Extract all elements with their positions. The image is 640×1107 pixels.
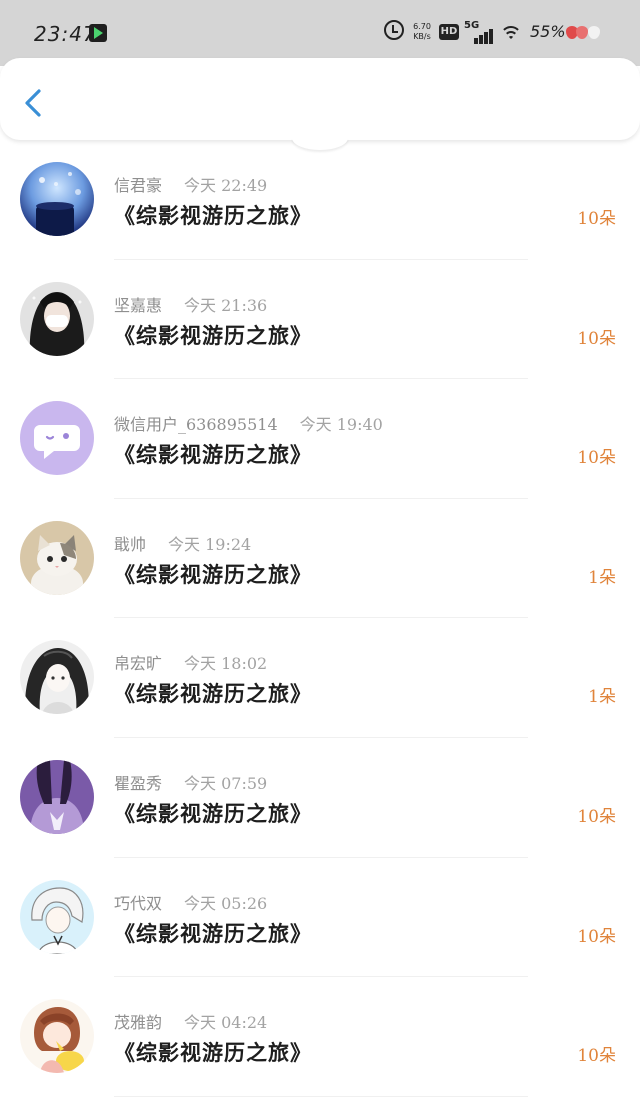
gift-record-list: 信君豪 今天 22:49 《综影视游历之旅》 10朵 坚嘉惠 今天 21:36 《综… — [0, 140, 640, 1097]
net-speed: 6.70 KB/s — [411, 22, 433, 42]
book-title: 《综影视游历之旅》 — [114, 681, 312, 707]
sender-info: 帛宏旷 今天 18:02 — [114, 650, 267, 674]
gift-amount: 10朵 — [577, 1046, 616, 1067]
avatar-icon-anime-boy[interactable] — [20, 879, 94, 954]
list-item[interactable]: 帛宏旷 今天 18:02 《综影视游历之旅》 1朵 — [0, 618, 640, 738]
sender-name: 瞿盈秀 — [114, 773, 163, 793]
gift-amount: 10朵 — [577, 328, 616, 349]
book-title: 《综影视游历之旅》 — [114, 1040, 312, 1066]
gift-amount: 1朵 — [588, 687, 616, 708]
send-time: 今天 19:40 — [299, 415, 383, 435]
avatar-icon-girl-mask[interactable] — [20, 281, 94, 356]
sender-info: 巧代双 今天 05:26 — [114, 890, 267, 914]
alarm-icon — [384, 20, 404, 40]
sender-info: 微信用户_636895514 今天 19:40 — [114, 411, 383, 435]
net-speed-unit: KB/s — [413, 32, 431, 41]
app-notification-icon — [89, 24, 107, 42]
sender-info: 瞿盈秀 今天 07:59 — [114, 770, 267, 794]
gift-amount: 10朵 — [577, 806, 616, 827]
send-time: 今天 05:26 — [184, 893, 268, 913]
wifi-icon — [500, 24, 522, 46]
list-item[interactable]: 瞿盈秀 今天 07:59 《综影视游历之旅》 10朵 — [0, 738, 640, 858]
book-title: 《综影视游历之旅》 — [114, 920, 312, 946]
send-time: 今天 04:24 — [184, 1013, 268, 1033]
send-time: 今天 18:02 — [184, 654, 268, 674]
list-item[interactable]: 戢帅 今天 19:24 《综影视游历之旅》 1朵 — [0, 499, 640, 619]
strawberry-icon — [588, 26, 600, 39]
sender-info: 信君豪 今天 22:49 — [114, 172, 267, 196]
sender-name: 微信用户_636895514 — [114, 415, 278, 435]
gift-amount: 10朵 — [577, 926, 616, 947]
hd-icon: HD — [439, 24, 459, 40]
sender-info: 坚嘉惠 今天 21:36 — [114, 292, 267, 316]
avatar-icon-ink-girl[interactable] — [20, 640, 94, 715]
book-title: 《综影视游历之旅》 — [114, 561, 312, 587]
gift-amount: 10朵 — [577, 209, 616, 229]
book-title: 《综影视游历之旅》 — [114, 322, 312, 348]
back-arrow-icon[interactable] — [22, 88, 46, 118]
list-item[interactable]: 巧代双 今天 05:26 《综影视游历之旅》 10朵 — [0, 858, 640, 978]
list-item[interactable]: 坚嘉惠 今天 21:36 《综影视游历之旅》 10朵 — [0, 260, 640, 380]
book-title: 《综影视游历之旅》 — [114, 442, 312, 468]
avatar-icon-cat[interactable] — [20, 520, 94, 595]
strawberry-icon — [576, 26, 588, 39]
status-time: 23:47 — [34, 22, 97, 46]
send-time: 今天 21:36 — [184, 295, 268, 315]
book-title: 《综影视游历之旅》 — [114, 800, 312, 826]
sender-info: 戢帅 今天 19:24 — [114, 531, 251, 555]
list-item[interactable]: 信君豪 今天 22:49 《综影视游历之旅》 10朵 — [0, 140, 640, 260]
top-nav-bar — [0, 58, 640, 140]
avatar-icon-default-chat[interactable] — [20, 401, 94, 476]
battery-percent: 55% — [530, 22, 566, 41]
signal-5g-icon: 5G — [464, 20, 494, 44]
send-time: 今天 22:49 — [184, 176, 268, 195]
net-speed-value: 6.70 — [413, 22, 431, 31]
sender-name: 戢帅 — [114, 534, 147, 554]
sender-info: 茂雅韵 今天 04:24 — [114, 1009, 267, 1033]
sender-name: 信君豪 — [114, 176, 163, 195]
send-time: 今天 19:24 — [168, 534, 252, 554]
status-bar: 23:47 6.70 KB/s HD 5G 55% — [0, 0, 640, 66]
gift-amount: 10朵 — [577, 448, 616, 469]
sender-name: 坚嘉惠 — [114, 295, 163, 315]
sender-name: 帛宏旷 — [114, 654, 163, 674]
avatar-icon-winter-mug[interactable] — [20, 162, 94, 236]
avatar-icon-purple-girl[interactable] — [20, 759, 94, 834]
network-label: 5G — [464, 20, 480, 31]
list-item[interactable]: 茂雅韵 今天 04:24 《综影视游历之旅》 10朵 — [0, 977, 640, 1097]
book-title: 《综影视游历之旅》 — [114, 203, 312, 228]
gift-amount: 1朵 — [588, 567, 616, 588]
sender-name: 巧代双 — [114, 893, 163, 913]
sender-name: 茂雅韵 — [114, 1013, 163, 1033]
send-time: 今天 07:59 — [184, 773, 268, 793]
avatar-icon-anime-girl-pikachu[interactable] — [20, 999, 94, 1074]
list-item[interactable]: 微信用户_636895514 今天 19:40 《综影视游历之旅》 10朵 — [0, 379, 640, 499]
